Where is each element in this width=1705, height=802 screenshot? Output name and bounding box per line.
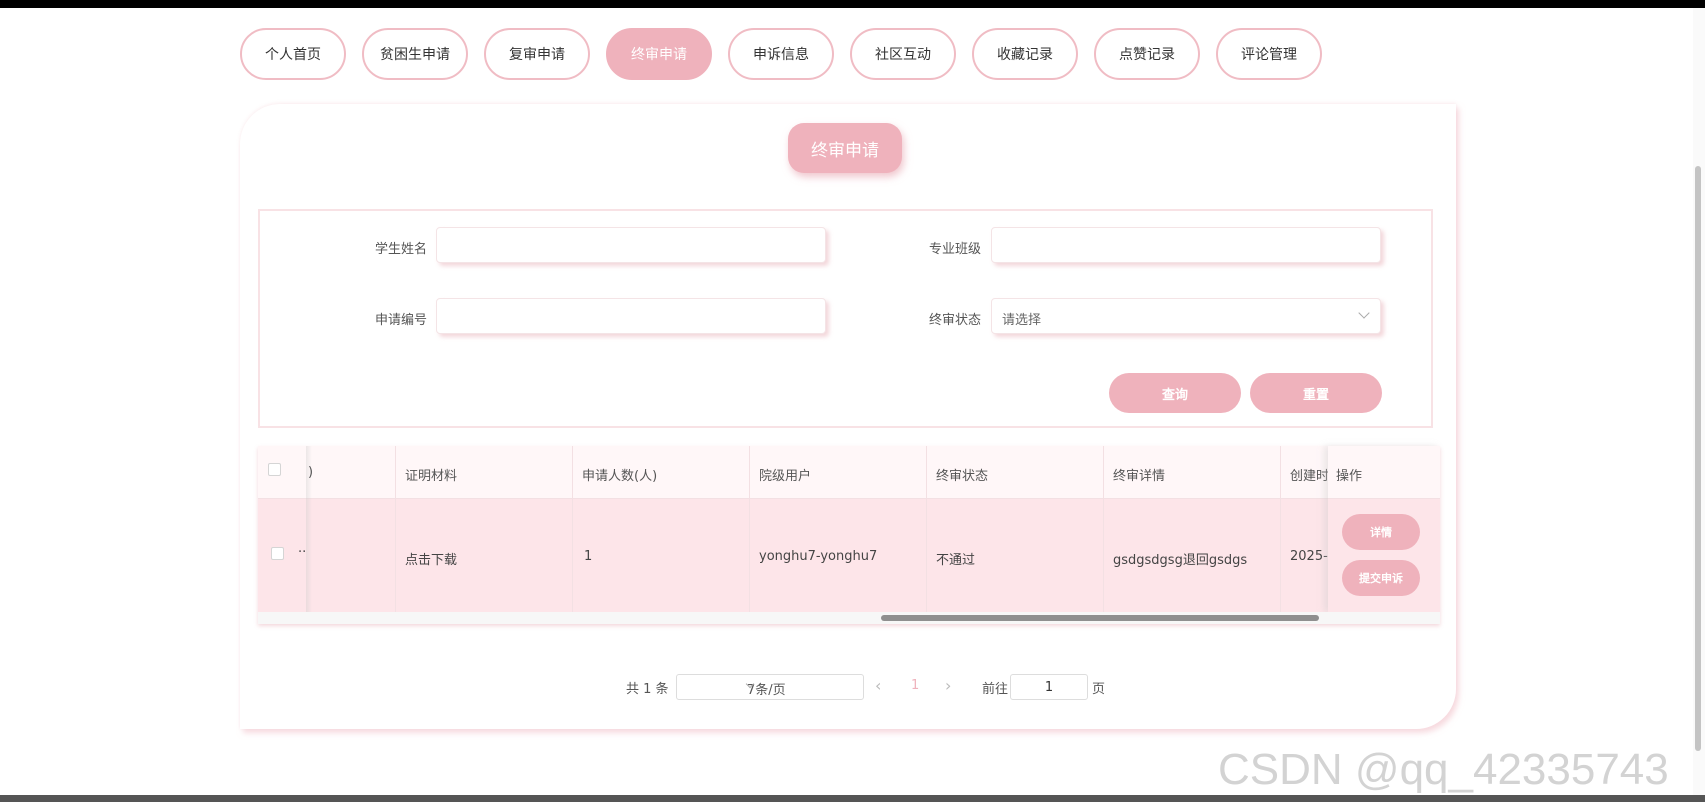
page-title: 终审申请 (788, 123, 902, 173)
major-class-input[interactable] (991, 227, 1381, 263)
major-class-label: 专业班级 (928, 242, 981, 257)
cell-truncated: .. (298, 541, 307, 556)
student-name-input[interactable] (436, 227, 826, 263)
nav-comments[interactable]: 评论管理 (1216, 28, 1322, 80)
prev-page-icon[interactable]: ‹ (875, 676, 881, 700)
horizontal-scrollbar[interactable] (258, 612, 1440, 624)
header-truncated: ) (308, 465, 314, 480)
window-bottom-edge (0, 795, 1705, 802)
student-name-label: 学生姓名 (374, 242, 427, 257)
horizontal-scroll-thumb[interactable] (881, 615, 1319, 621)
page-suffix: 页 (1092, 682, 1106, 697)
nav-final-review-apply[interactable]: 终审申请 (606, 28, 712, 80)
goto-page-input[interactable]: 1 (1010, 674, 1088, 700)
cell-final-detail: gsdgsdgsg退回gsdgs (1113, 553, 1248, 568)
cell-applicants: 1 (584, 549, 593, 564)
column-divider (572, 446, 573, 612)
nav-community[interactable]: 社区互动 (850, 28, 956, 80)
detail-button[interactable]: 详情 (1342, 514, 1420, 550)
header-final-detail: 终审详情 (1113, 469, 1166, 484)
column-divider (1280, 446, 1281, 612)
column-divider (926, 446, 927, 612)
vertical-scrollbar[interactable] (1693, 8, 1705, 795)
cell-college-user: yonghu7-yonghu7 (759, 549, 878, 564)
results-table: ) 证明材料 申请人数(人) 院级用户 终审状态 终审详情 创建时 .. 点击下… (258, 446, 1440, 624)
final-status-placeholder: 请选择 (1002, 313, 1042, 328)
apply-no-label: 申请编号 (374, 313, 427, 328)
goto-label: 前往 (982, 682, 1009, 697)
window-top-edge (0, 0, 1705, 8)
column-divider (395, 446, 396, 612)
submit-appeal-button[interactable]: 提交申诉 (1342, 560, 1420, 596)
vertical-scroll-thumb[interactable] (1695, 166, 1701, 751)
header-applicants: 申请人数(人) (582, 469, 658, 484)
pagination-total: 共 1 条 (626, 682, 669, 697)
column-divider (749, 446, 750, 612)
cell-final-status: 不通过 (936, 553, 976, 568)
apply-no-input[interactable] (436, 298, 826, 334)
select-all-checkbox[interactable] (268, 463, 281, 476)
nav-likes[interactable]: 点赞记录 (1094, 28, 1200, 80)
header-final-status: 终审状态 (936, 469, 989, 484)
nav-home[interactable]: 个人首页 (240, 28, 346, 80)
nav-favorites[interactable]: 收藏记录 (972, 28, 1078, 80)
current-page[interactable]: 1 (911, 678, 919, 702)
cell-proof-download[interactable]: 点击下载 (405, 549, 457, 568)
row-checkbox[interactable] (271, 547, 284, 560)
header-created: 创建时 (1290, 469, 1330, 484)
chevron-down-icon (1358, 307, 1370, 319)
next-page-icon[interactable]: › (945, 676, 951, 700)
final-status-select[interactable]: 请选择 (991, 298, 1381, 334)
header-actions: 操作 (1336, 469, 1363, 484)
header-college-user: 院级用户 (759, 469, 812, 484)
search-button[interactable]: 查询 (1109, 373, 1241, 413)
reset-button[interactable]: 重置 (1250, 373, 1382, 413)
nav-appeal-info[interactable]: 申诉信息 (728, 28, 834, 80)
header-proof: 证明材料 (405, 469, 458, 484)
final-status-label: 终审状态 (928, 313, 981, 328)
column-divider (1103, 446, 1104, 612)
page-size-select[interactable]: 7条/页 (676, 674, 864, 700)
actions-column: 操作 详情 提交申诉 (1328, 446, 1440, 612)
nav-review-apply[interactable]: 复审申请 (484, 28, 590, 80)
nav-poor-student-apply[interactable]: 贫困生申请 (362, 28, 468, 80)
watermark: CSDN @qq_42335743 (1218, 745, 1669, 794)
